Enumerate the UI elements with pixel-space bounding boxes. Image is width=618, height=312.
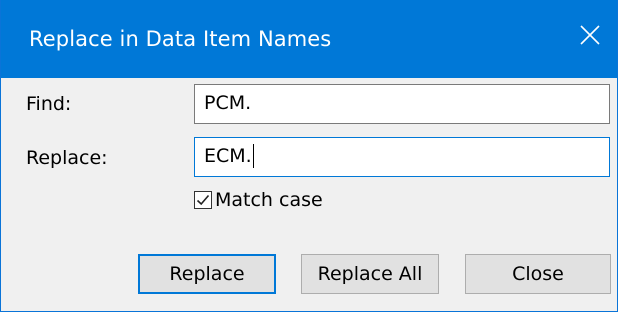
- dialog-title: Replace in Data Item Names: [29, 27, 332, 51]
- title-bar[interactable]: Replace in Data Item Names: [1, 0, 617, 78]
- match-case-checkbox[interactable]: [194, 191, 212, 209]
- match-case-option[interactable]: Match case: [194, 188, 323, 212]
- replace-all-button[interactable]: Replace All: [301, 254, 439, 294]
- find-field-value: PCM.: [204, 92, 252, 114]
- replace-button[interactable]: Replace: [138, 254, 276, 294]
- replace-field-value: ECM.: [204, 145, 252, 167]
- close-button[interactable]: Close: [465, 254, 611, 294]
- match-case-label: Match case: [215, 189, 323, 211]
- checkmark-icon: [196, 194, 210, 206]
- close-icon[interactable]: [571, 16, 609, 54]
- text-caret: [252, 144, 255, 168]
- replace-dialog: Replace in Data Item Names Find: PCM. Re…: [0, 0, 618, 312]
- replace-label: Replace:: [26, 147, 108, 169]
- replace-field[interactable]: ECM.: [194, 137, 610, 177]
- find-label: Find:: [26, 93, 72, 115]
- find-field[interactable]: PCM.: [194, 84, 610, 124]
